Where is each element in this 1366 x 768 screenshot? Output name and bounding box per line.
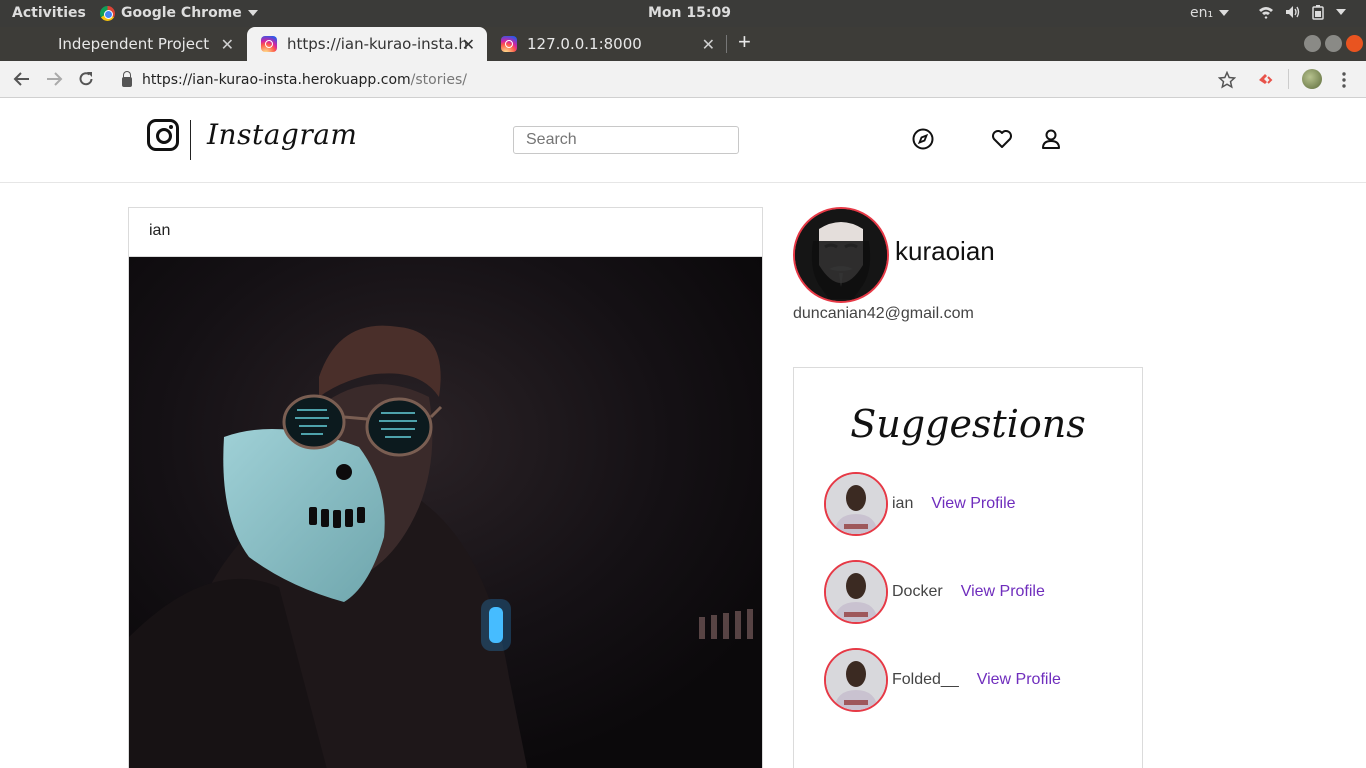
wifi-icon [1259, 7, 1273, 19]
battery-icon [1312, 5, 1324, 20]
address-bar[interactable]: https://ian-kurao-insta.herokuapp.com/st… [112, 65, 1252, 94]
suggestion-name: Docker [892, 583, 943, 600]
search-input[interactable] [513, 126, 739, 154]
suggestion-name: ian [892, 495, 914, 512]
logo-divider [190, 120, 191, 160]
extension-icon[interactable] [1257, 71, 1275, 89]
back-arrow-icon[interactable] [13, 70, 31, 88]
page-icon [20, 36, 36, 52]
hacker-photo [129, 257, 762, 768]
volume-icon [1286, 6, 1300, 18]
chevron-down-icon [247, 10, 258, 16]
suggestion-item: ian View Profile [824, 472, 1016, 536]
site-header: Instagram [0, 98, 1366, 183]
page-content: Instagram ian [0, 98, 1366, 768]
post-username[interactable]: ian [129, 208, 762, 257]
heart-icon[interactable] [990, 127, 1014, 151]
compass-icon[interactable] [911, 127, 935, 151]
person-photo [826, 474, 886, 534]
suggestions-title: Suggestions [850, 402, 1086, 446]
user-avatar-icon[interactable] [1302, 69, 1322, 89]
suggestion-name: Folded__ [892, 671, 959, 688]
forward-arrow-icon[interactable] [45, 70, 63, 88]
chrome-icon [100, 5, 115, 21]
tab-title: 127.0.0.1:8000 [527, 35, 642, 53]
tab-title: Independent Project [58, 35, 210, 53]
tab-localhost[interactable]: 127.0.0.1:8000 ✕ [487, 27, 727, 61]
app-name: Google Chrome [121, 5, 242, 21]
tab-strip: Independent Project ✕ https://ian-kurao-… [0, 27, 1366, 61]
view-profile-link[interactable]: View Profile [961, 583, 1045, 601]
person-photo [826, 562, 886, 622]
clock[interactable]: Mon 15:09 [648, 5, 731, 21]
language-indicator[interactable]: en₁ [1190, 5, 1230, 21]
suggestion-item: Folded__ View Profile [824, 648, 1061, 712]
chevron-down-icon [1336, 9, 1346, 15]
view-profile-link[interactable]: View Profile [977, 671, 1061, 689]
profile-username: kuraoian [895, 236, 995, 266]
activities-button[interactable]: Activities [12, 5, 86, 21]
url-text: https://ian-kurao-insta.herokuapp.com/st… [142, 72, 467, 88]
tab-ian-kurao-insta[interactable]: https://ian-kurao-insta.he ✕ [247, 27, 487, 61]
instagram-icon [261, 36, 277, 52]
browser-toolbar: https://ian-kurao-insta.herokuapp.com/st… [0, 61, 1366, 98]
profile-email: duncanian42@gmail.com [793, 305, 974, 322]
person-photo [826, 650, 886, 710]
anonymous-mask-image [795, 209, 887, 301]
tab-independent-project[interactable]: Independent Project ✕ [6, 27, 246, 61]
tab-divider [726, 35, 727, 53]
url-path: /stories/ [410, 71, 468, 88]
reload-icon[interactable] [77, 70, 95, 88]
url-host: https://ian-kurao-insta.herokuapp.com [142, 71, 411, 88]
instagram-icon [501, 36, 517, 52]
close-icon[interactable]: ✕ [462, 35, 475, 54]
user-profile-icon[interactable] [1039, 127, 1063, 151]
minimize-button[interactable] [1304, 35, 1321, 52]
toolbar-divider [1288, 69, 1289, 89]
lock-icon[interactable] [122, 70, 132, 87]
suggestions-panel: Suggestions ian View Profile Docker View… [793, 367, 1143, 768]
instagram-wordmark[interactable]: Instagram [207, 118, 357, 151]
window-controls [1304, 35, 1363, 52]
app-menu[interactable]: Google Chrome [100, 5, 258, 21]
post-image[interactable] [129, 257, 762, 768]
suggestion-item: Docker View Profile [824, 560, 1045, 624]
new-tab-button[interactable]: + [738, 29, 751, 55]
language-label: en₁ [1190, 5, 1214, 21]
tab-title: https://ian-kurao-insta.he [287, 35, 467, 53]
instagram-logo-icon[interactable] [147, 119, 179, 151]
close-icon[interactable]: ✕ [702, 35, 715, 54]
close-icon[interactable]: ✕ [221, 35, 234, 54]
window-close-button[interactable] [1346, 35, 1363, 52]
suggestion-avatar[interactable] [824, 472, 888, 536]
chevron-down-icon [1219, 10, 1230, 16]
maximize-button[interactable] [1325, 35, 1342, 52]
os-top-bar: Activities Google Chrome Mon 15:09 en₁ [0, 0, 1366, 27]
system-menu[interactable] [1258, 4, 1346, 20]
view-profile-link[interactable]: View Profile [931, 495, 1015, 513]
more-menu-icon[interactable] [1340, 71, 1348, 89]
profile-avatar[interactable] [793, 207, 889, 303]
suggestion-avatar[interactable] [824, 560, 888, 624]
post-card: ian [128, 207, 763, 768]
bookmark-star-icon[interactable] [1218, 71, 1236, 89]
suggestion-avatar[interactable] [824, 648, 888, 712]
